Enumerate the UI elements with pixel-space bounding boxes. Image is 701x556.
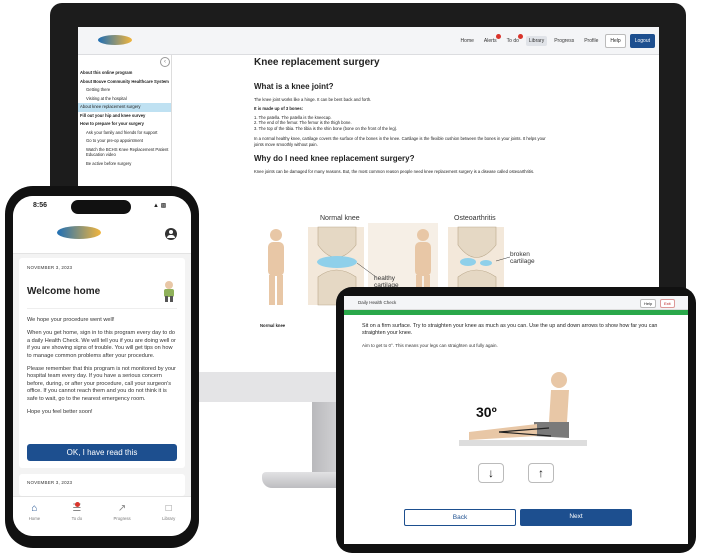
seated-person-illustration	[459, 372, 587, 446]
help-button[interactable]: Help	[605, 34, 626, 48]
nav-home[interactable]: Home	[458, 36, 477, 46]
message-paragraph: Hope you feel better soon!	[27, 409, 93, 416]
sidebar-item[interactable]: Watch the BCHS Knee Replacement Patient …	[78, 146, 171, 160]
arrow-up-icon: ↑	[538, 466, 544, 480]
tab-progress[interactable]: ↗ Progress	[114, 504, 131, 536]
message-paragraph: We hope your procedure went well!	[27, 317, 115, 323]
phone-screen: 8:56 ▲ ▩ NOVEMBER 3, 2023 Welcome home W…	[13, 196, 191, 536]
status-time: 8:56	[33, 202, 48, 209]
notification-badge	[495, 34, 501, 39]
back-button[interactable]: Back	[404, 509, 516, 526]
phone-logo	[57, 226, 101, 239]
nav-home-label: Home	[460, 38, 474, 44]
nav-alerts[interactable]: Alerts	[481, 34, 501, 46]
nav-profile-label: Profile	[584, 38, 599, 44]
sidebar-item[interactable]: How to prepare for your surgery	[78, 120, 171, 129]
tab-library[interactable]: □ Library	[162, 504, 175, 536]
bone-list-item: 3. The top of the tibia. The tibia is th…	[254, 126, 398, 132]
help-button[interactable]: Help	[640, 299, 657, 308]
acknowledge-button[interactable]: OK, I have read this	[27, 444, 177, 461]
signal-wifi-battery-icon: ▲ ▩	[153, 203, 167, 209]
progress-bar	[344, 310, 688, 315]
tab-label: Home	[28, 516, 41, 521]
sidebar-item[interactable]: Go to your pre-op appointment	[78, 137, 171, 146]
illustration-caption: Normal knee	[260, 323, 286, 328]
logout-button[interactable]: Logout	[629, 34, 655, 48]
article-paragraph: The knee joint works like a hinge. It ca…	[254, 97, 372, 102]
message-date: NOVEMBER 3, 2023	[27, 265, 73, 270]
article-paragraph: Knee joints can be damaged for many reas…	[254, 168, 535, 174]
section-heading: What is a knee joint?	[254, 82, 334, 91]
exit-button[interactable]: Exit	[660, 299, 675, 308]
tab-label: To do	[71, 516, 83, 521]
tab-home[interactable]: ⌂ Home	[29, 504, 40, 536]
account-icon-body	[167, 235, 175, 238]
tab-todo[interactable]: ☰ To do	[71, 502, 83, 536]
message-header: Welcome home	[27, 280, 177, 309]
sidebar-item[interactable]: About Bouve Community Healthcare System	[78, 78, 171, 87]
sidebar-item[interactable]: About this online program	[78, 69, 171, 78]
message-date: NOVEMBER 3, 2023	[27, 480, 73, 485]
aim-text: Aim to get to 0°. This means your legs c…	[362, 343, 498, 349]
desktop-nav: Home Alerts To do Library Progress Profi…	[458, 34, 655, 48]
nav-alerts-label: Alerts	[483, 38, 497, 44]
tab-label: Progress	[113, 516, 131, 521]
article-paragraph: In a normal healthy knee, cartilage cove…	[254, 135, 546, 147]
instruction-text: Sit on a firm surface. Try to straighten…	[362, 323, 658, 337]
article-paragraph: It is made up of 3 bones:	[254, 105, 304, 111]
sidebar-item-active[interactable]: About knee replacement surgery	[78, 103, 171, 112]
angle-up-button[interactable]: ↑	[528, 463, 554, 483]
nav-progress[interactable]: Progress	[551, 36, 577, 46]
nav-profile[interactable]: Profile	[581, 36, 601, 46]
sidebar-item[interactable]: Visiting at the hospital	[78, 95, 171, 104]
notification-badge	[517, 34, 523, 39]
home-icon: ⌂	[31, 503, 38, 514]
sidebar-item[interactable]: Ask your family and friends for support	[78, 129, 171, 138]
nav-todo[interactable]: To do	[504, 34, 523, 46]
angle-down-button[interactable]: ↓	[478, 463, 504, 483]
nav-library-label: Library	[528, 38, 545, 44]
message-card: NOVEMBER 3, 2023 Welcome home We hope yo…	[19, 258, 185, 468]
arrow-down-icon: ↓	[488, 466, 494, 480]
message-paragraph: When you get home, sign in to this progr…	[27, 330, 176, 359]
phone-tab-bar: ⌂ Home ☰ To do ↗ Progress □ Library	[13, 496, 191, 536]
logo-swoosh-icon	[98, 35, 132, 45]
tab-label: Library	[162, 516, 176, 521]
desktop-logo	[98, 35, 132, 45]
illustration-title-normal: Normal knee	[320, 215, 360, 222]
sidebar-item[interactable]: Fill out your hip and knee survey	[78, 112, 171, 121]
tablet-top-bar: Daily Health Check Help Exit	[344, 296, 688, 310]
chart-icon: ↗	[117, 503, 127, 514]
logo-swoosh-icon	[57, 226, 101, 239]
person-avatar-icon	[164, 281, 174, 302]
message-title: Welcome home	[27, 285, 101, 297]
next-button[interactable]: Next	[520, 509, 632, 526]
message-card: NOVEMBER 3, 2023	[19, 474, 185, 496]
book-icon: □	[165, 503, 172, 514]
account-icon-head	[169, 230, 173, 234]
dynamic-island	[71, 200, 131, 214]
label-broken-cartilage: broken cartilage	[510, 251, 535, 265]
message-paragraph: Please remember that this program is not…	[27, 366, 176, 402]
account-icon[interactable]	[165, 228, 177, 240]
nav-todo-label: To do	[506, 38, 519, 44]
tablet-screen: Daily Health Check Help Exit Sit on a fi…	[344, 296, 688, 544]
phone-status-bar: 8:56 ▲ ▩	[13, 196, 191, 218]
phone-header	[13, 218, 191, 254]
desktop-top-bar: Home Alerts To do Library Progress Profi…	[78, 27, 659, 55]
illustration-title-osteoarthritis: Osteoarthritis	[454, 215, 496, 222]
sidebar-item[interactable]: Be active before surgery	[78, 160, 171, 169]
section-heading: Why do I need knee replacement surgery?	[254, 153, 415, 163]
nav-progress-label: Progress	[554, 38, 575, 44]
instructions: Sit on a firm surface. Try to straighten…	[362, 323, 674, 348]
health-check-title: Daily Health Check	[358, 300, 397, 305]
sidebar-item[interactable]: Getting there	[78, 86, 171, 95]
article-title: Knee replacement surgery	[254, 57, 380, 68]
nav-library[interactable]: Library	[525, 36, 548, 46]
